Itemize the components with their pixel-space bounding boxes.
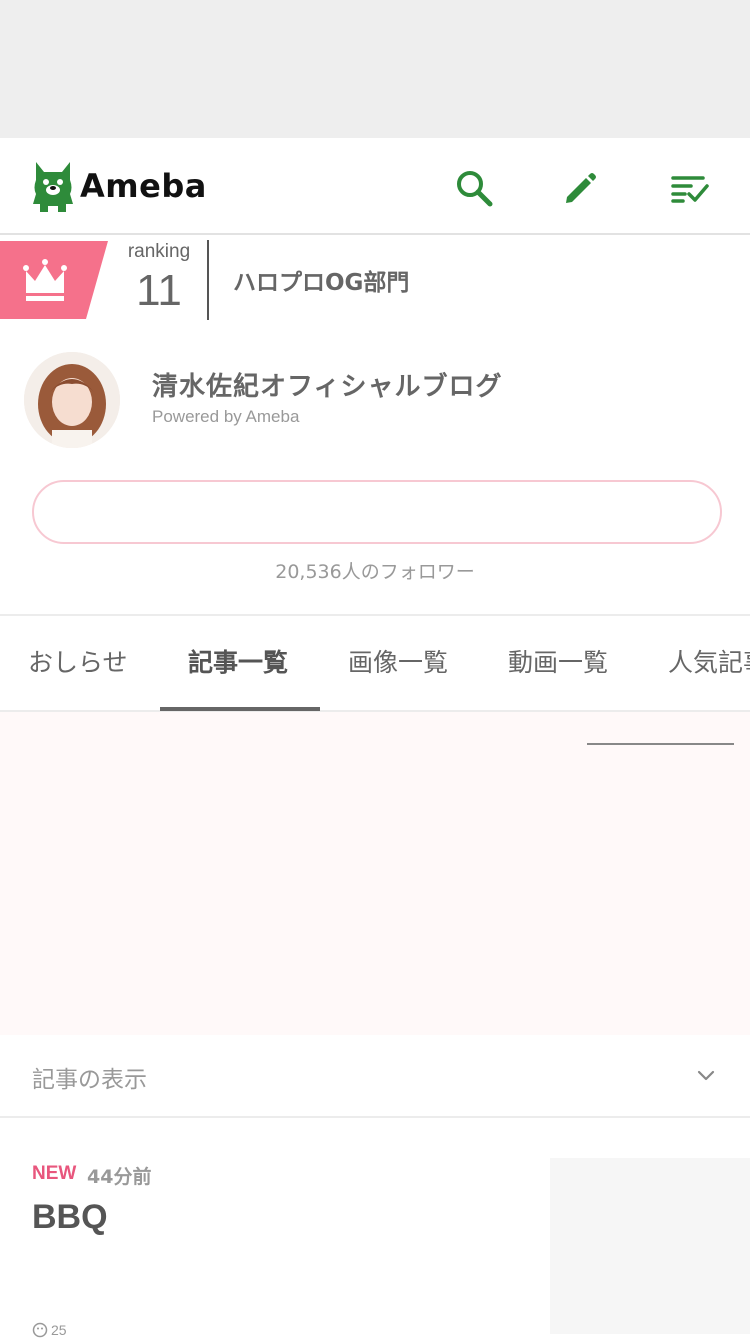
display-options-label: 記事の表示 <box>32 1067 147 1093</box>
search-button[interactable] <box>451 165 497 211</box>
ad-area[interactable] <box>0 712 750 1035</box>
chevron-down-icon[interactable] <box>694 1064 718 1088</box>
tab-notices[interactable]: おしらせ <box>28 616 128 710</box>
entry-title[interactable]: BBQ <box>32 1198 108 1237</box>
ranking-label: ranking <box>127 241 191 262</box>
pencil-icon <box>566 173 596 203</box>
logo-text: Ameba <box>80 167 207 205</box>
ameba-mascot-icon <box>33 162 73 212</box>
ranking-badge[interactable] <box>0 241 108 319</box>
status-bar-area <box>0 0 750 138</box>
reading-list-button[interactable] <box>666 165 712 211</box>
tab-popular[interactable]: 人気記事 <box>668 616 750 710</box>
follower-count: 20,536人のフォロワー <box>275 561 475 583</box>
new-badge: NEW <box>32 1163 77 1184</box>
ranking-category[interactable]: ハロプロOG部門 <box>233 263 409 297</box>
powered-by-text: Powered by Ameba <box>152 407 300 426</box>
ad-divider <box>587 743 734 745</box>
entry-time: 44分前 <box>87 1166 152 1188</box>
like-count-value: 25 <box>51 1322 67 1338</box>
smile-icon <box>32 1322 48 1338</box>
profile-photo <box>24 352 120 448</box>
tab-videos[interactable]: 動画一覧 <box>508 616 608 710</box>
follow-button[interactable] <box>32 480 722 544</box>
active-tab-indicator <box>160 707 320 711</box>
tab-images[interactable]: 画像一覧 <box>348 616 448 710</box>
tab-articles[interactable]: 記事一覧 <box>188 616 288 710</box>
blog-title[interactable]: 清水佐紀オフィシャルブログ <box>152 366 502 403</box>
search-icon <box>457 171 493 207</box>
like-count: 25 <box>32 1322 67 1338</box>
checklist-icon <box>671 176 709 203</box>
ameba-logo[interactable]: Ameba <box>32 160 207 212</box>
write-post-button[interactable] <box>556 165 602 211</box>
avatar[interactable] <box>24 352 120 448</box>
crown-icon <box>0 241 108 319</box>
ranking-divider <box>207 240 209 320</box>
ranking-position: 11 <box>136 266 182 315</box>
blog-tabs: おしらせ 記事一覧 画像一覧 動画一覧 人気記事 <box>0 616 750 710</box>
entry-thumbnail[interactable] <box>550 1158 750 1334</box>
